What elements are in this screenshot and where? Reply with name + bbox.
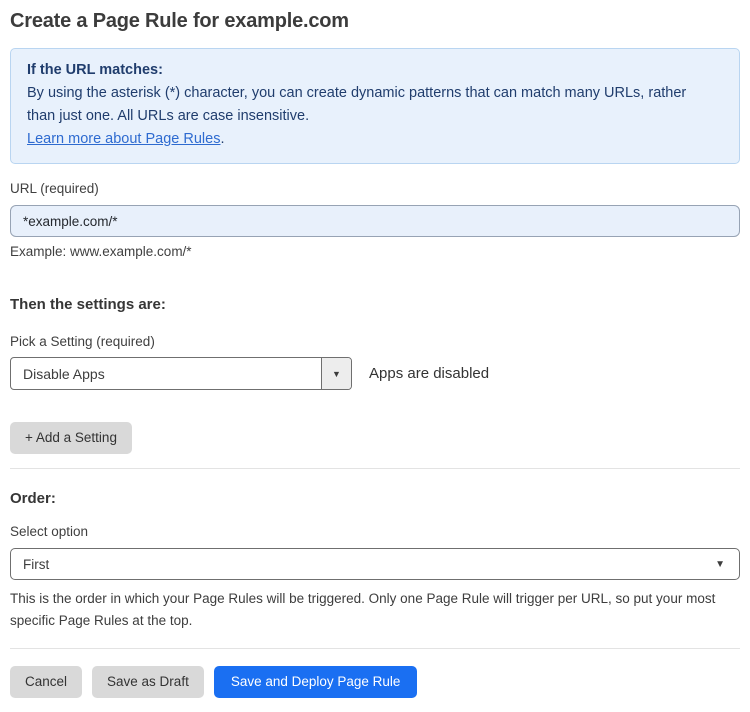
url-example-helper: Example: www.example.com/* <box>10 244 192 259</box>
setting-select-value: Disable Apps <box>23 365 105 382</box>
setting-select[interactable]: Disable Apps ▼ <box>10 357 352 390</box>
save-deploy-button[interactable]: Save and Deploy Page Rule <box>213 666 418 698</box>
link-suffix: . <box>220 131 225 147</box>
learn-more-link[interactable]: Learn more about Page Rules <box>27 131 220 147</box>
order-help-text: This is the order in which your Page Rul… <box>10 591 716 628</box>
action-button-row: Cancel Save as Draft Save and Deploy Pag… <box>10 666 740 698</box>
settings-section-heading: Then the settings are: <box>10 296 166 313</box>
setting-row: Disable Apps ▼ Apps are disabled <box>10 357 740 390</box>
section-divider <box>10 468 740 469</box>
order-select[interactable]: First ▼ <box>10 548 740 580</box>
order-select-label: Select option <box>10 524 89 539</box>
footer-divider <box>10 648 740 649</box>
save-draft-button[interactable]: Save as Draft <box>92 666 204 698</box>
add-setting-button[interactable]: + Add a Setting <box>10 422 132 454</box>
info-box-link-line: Learn more about Page Rules. <box>27 128 723 151</box>
info-box-heading: If the URL matches: <box>27 62 163 78</box>
url-field-label: URL (required) <box>10 181 99 196</box>
create-page-rule-panel: Create a Page Rule for example.com If th… <box>0 0 750 712</box>
url-input[interactable] <box>10 205 740 237</box>
pick-setting-label: Pick a Setting (required) <box>10 334 155 349</box>
url-match-info-box: If the URL matches: By using the asteris… <box>10 48 740 164</box>
caret-down-icon: ▼ <box>715 558 725 570</box>
page-title: Create a Page Rule for example.com <box>10 10 349 32</box>
order-section-heading: Order: <box>10 490 56 507</box>
info-box-body: By using the asterisk (*) character, you… <box>27 85 687 124</box>
order-select-value: First <box>23 556 50 572</box>
setting-status-text: Apps are disabled <box>369 365 490 382</box>
cancel-button[interactable]: Cancel <box>10 666 83 698</box>
caret-down-icon[interactable]: ▼ <box>321 358 351 389</box>
